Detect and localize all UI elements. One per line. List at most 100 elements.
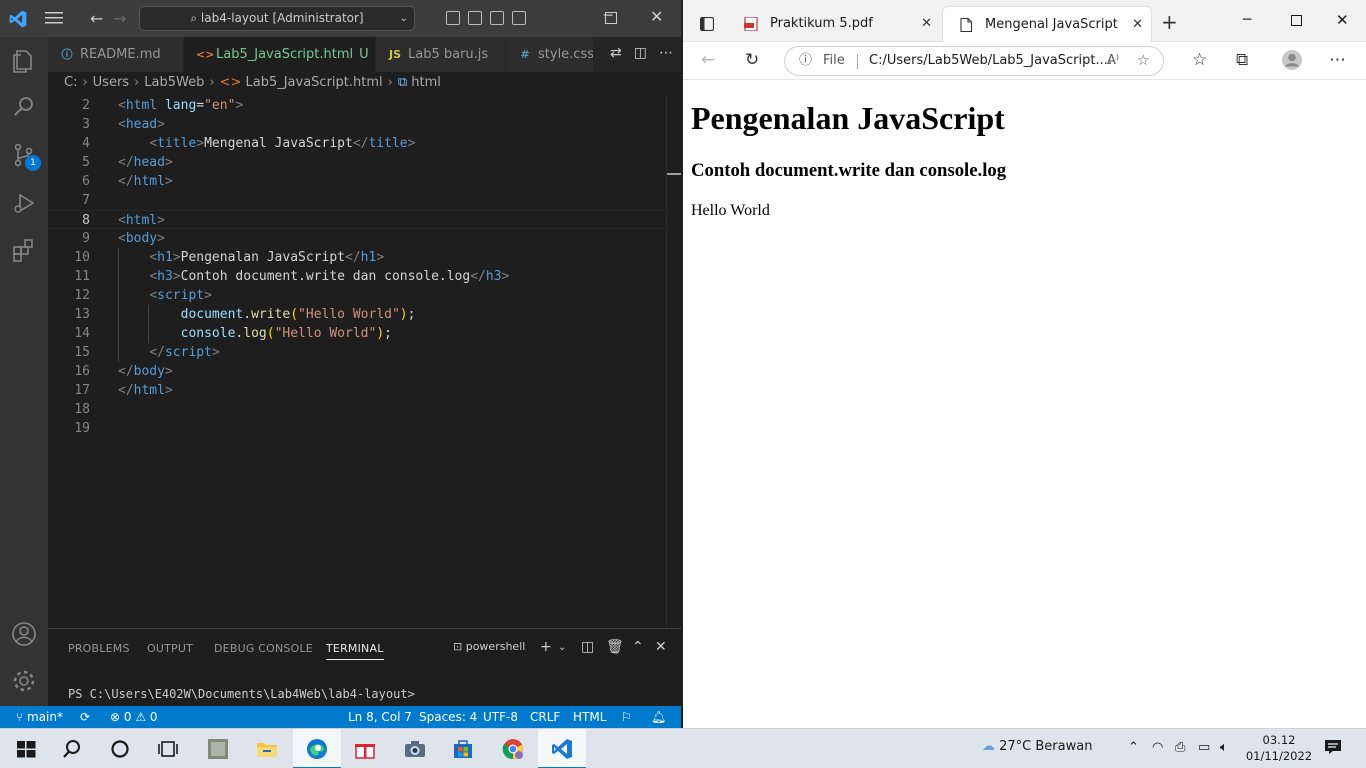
panel-tab-output[interactable]: OUTPUT	[147, 642, 193, 655]
feedback-icon[interactable]: ⚐	[621, 706, 632, 728]
chevron-right-icon: ›	[387, 75, 393, 90]
breadcrumb-item[interactable]: Users	[93, 75, 129, 90]
toggle-secondary-sidebar-icon[interactable]	[490, 11, 504, 25]
chrome-icon[interactable]	[501, 737, 525, 761]
notifications-icon[interactable]	[1324, 739, 1342, 755]
chevron-down-icon[interactable]: ⌄	[558, 642, 566, 653]
language-mode[interactable]: HTML	[573, 706, 606, 728]
edge-browser-icon[interactable]	[305, 737, 329, 761]
address-bar[interactable]: ⓘ File C:/Users/Lab5Web/Lab5_JavaScript.…	[784, 46, 1164, 76]
close-tab-icon[interactable]: ✕	[1132, 7, 1143, 43]
menu-icon[interactable]	[45, 10, 63, 26]
breadcrumb-item[interactable]: Lab5Web	[144, 75, 204, 90]
collections-icon[interactable]: ⧉	[1236, 50, 1248, 70]
settings-gear-icon[interactable]	[10, 667, 38, 695]
customize-layout-icon[interactable]	[512, 11, 526, 25]
panel-tab-debug-console[interactable]: DEBUG CONSOLE	[214, 642, 313, 655]
close-icon[interactable]: ✕	[650, 7, 663, 26]
split-editor-icon[interactable]: ◫	[634, 45, 647, 61]
start-windows-icon[interactable]	[14, 737, 38, 761]
add-favorite-icon[interactable]: ☆	[1137, 47, 1150, 75]
sync-icon[interactable]: ⟳	[80, 706, 90, 728]
tab-actions-icon[interactable]	[700, 17, 714, 31]
toggle-panel-icon[interactable]	[468, 11, 482, 25]
problems-status[interactable]: ⊗ 0 ⚠ 0	[110, 706, 158, 728]
minimize-icon[interactable]: ─	[1243, 12, 1251, 28]
task-view-icon[interactable]	[156, 737, 180, 761]
show-hidden-icons-chevron-icon[interactable]: ⌃	[1128, 740, 1139, 755]
favorites-icon[interactable]: ☆	[1192, 50, 1207, 70]
tab-readme[interactable]: ⓘ README.md	[48, 37, 184, 72]
tab-style-css[interactable]: # style.css	[506, 37, 594, 72]
trash-icon[interactable]: 🗑	[606, 639, 624, 655]
info-icon[interactable]: ⓘ	[799, 47, 812, 75]
breadcrumb-item[interactable]: Lab5_JavaScript.html	[245, 75, 382, 90]
panel-tab-problems[interactable]: PROBLEMS	[68, 642, 130, 655]
address-url[interactable]: C:/Users/Lab5Web/Lab5_JavaScript....	[869, 47, 1112, 75]
more-actions-icon[interactable]: ⋯	[659, 45, 673, 61]
battery-icon[interactable]: ▭	[1198, 740, 1210, 755]
back-arrow-icon[interactable]: ←	[701, 50, 715, 70]
close-tab-icon[interactable]: ✕	[921, 6, 932, 42]
new-terminal-icon[interactable]: +	[540, 639, 552, 655]
branch-status[interactable]: ⑂ main*	[16, 706, 63, 728]
close-panel-icon[interactable]: ✕	[655, 639, 667, 655]
browser-tab-pdf[interactable]: Praktikum 5.pdf ✕	[728, 6, 940, 42]
profile-avatar[interactable]	[1281, 49, 1303, 71]
breadcrumb-item[interactable]: html	[411, 75, 441, 90]
browser-tab-bar: Praktikum 5.pdf ✕ Mengenal JavaScript ✕ …	[683, 0, 1366, 42]
vscode-logo-icon[interactable]	[8, 9, 28, 29]
system-clock[interactable]: 03.12 01/11/2022	[1244, 732, 1314, 764]
indentation[interactable]: Spaces: 4	[419, 706, 477, 728]
terminal-prompt[interactable]: PS C:\Users\E402W\Documents\Lab4Web\lab4…	[68, 687, 415, 701]
refresh-icon[interactable]: ↻	[745, 50, 759, 70]
cortana-icon[interactable]	[108, 737, 132, 761]
toggle-sidebar-icon[interactable]	[446, 11, 460, 25]
terminal-shell-selector[interactable]: ⊡ powershell	[453, 640, 525, 653]
tab-lab5-javascript-html[interactable]: <>Lab5_JavaScript.htmlU✕	[184, 37, 376, 72]
tab-lab5-baru-js[interactable]: JS Lab5 baru.js	[376, 37, 506, 72]
panel-tab-terminal[interactable]: TERMINAL	[326, 642, 384, 660]
encoding[interactable]: UTF-8	[483, 706, 518, 728]
search-icon[interactable]	[60, 737, 84, 761]
css-icon: #	[520, 48, 530, 61]
new-tab-icon[interactable]: +	[1161, 10, 1178, 34]
gift-app-icon[interactable]	[353, 737, 377, 761]
microsoft-store-icon[interactable]	[451, 737, 475, 761]
onedrive-meet-icon[interactable]: ⎙	[1175, 740, 1185, 755]
read-aloud-icon[interactable]: A⁾	[1107, 47, 1119, 75]
address-divider	[857, 54, 858, 69]
camera-icon[interactable]	[403, 737, 427, 761]
file-explorer-icon[interactable]	[255, 737, 279, 761]
notifications-bell-icon[interactable]: 🔔︎	[651, 706, 666, 728]
command-center-search[interactable]: ⌕ lab4-layout [Administrator] ⌄	[139, 6, 415, 31]
accounts-icon[interactable]	[10, 620, 38, 648]
extensions-icon[interactable]	[10, 237, 38, 265]
more-options-icon[interactable]: ⋯	[1329, 50, 1346, 70]
back-arrow-icon[interactable]: ←	[90, 9, 103, 28]
close-icon[interactable]: ✕	[1336, 11, 1349, 29]
browser-tab-active[interactable]: Mengenal JavaScript ✕	[942, 6, 1152, 42]
code-line: 15 </script>	[74, 345, 220, 360]
cursor-position[interactable]: Ln 8, Col 7	[348, 706, 412, 728]
vscode-icon[interactable]	[550, 737, 574, 761]
cloud-icon: ☁	[982, 739, 1000, 754]
network-icon[interactable]: ◠	[1152, 740, 1163, 755]
line-endings[interactable]: CRLF	[530, 706, 560, 728]
app-icon[interactable]	[206, 737, 230, 761]
explorer-icon[interactable]	[10, 47, 38, 75]
run-debug-icon[interactable]	[10, 189, 38, 217]
code-editor[interactable]: 2 <html lang="en"> 3 <head> 4 <title>Menge…	[48, 96, 668, 628]
forward-arrow-icon[interactable]: →	[113, 9, 126, 28]
split-terminal-icon[interactable]: ◫	[581, 639, 594, 655]
breadcrumb-item[interactable]: C:	[64, 75, 77, 90]
maximize-icon[interactable]	[605, 12, 617, 24]
maximize-panel-icon[interactable]: ⌃	[632, 639, 644, 655]
maximize-icon[interactable]	[1291, 15, 1302, 26]
weather-widget[interactable]: ☁ 27°C Berawan	[982, 739, 1092, 754]
editor-scrollbar[interactable]	[666, 94, 681, 628]
search-icon[interactable]	[10, 93, 38, 121]
open-changes-icon[interactable]: ⇄	[610, 45, 622, 61]
volume-muted-icon[interactable]: 🔈︎	[1220, 740, 1228, 755]
tab-label: Lab5_JavaScript.html	[216, 47, 354, 62]
